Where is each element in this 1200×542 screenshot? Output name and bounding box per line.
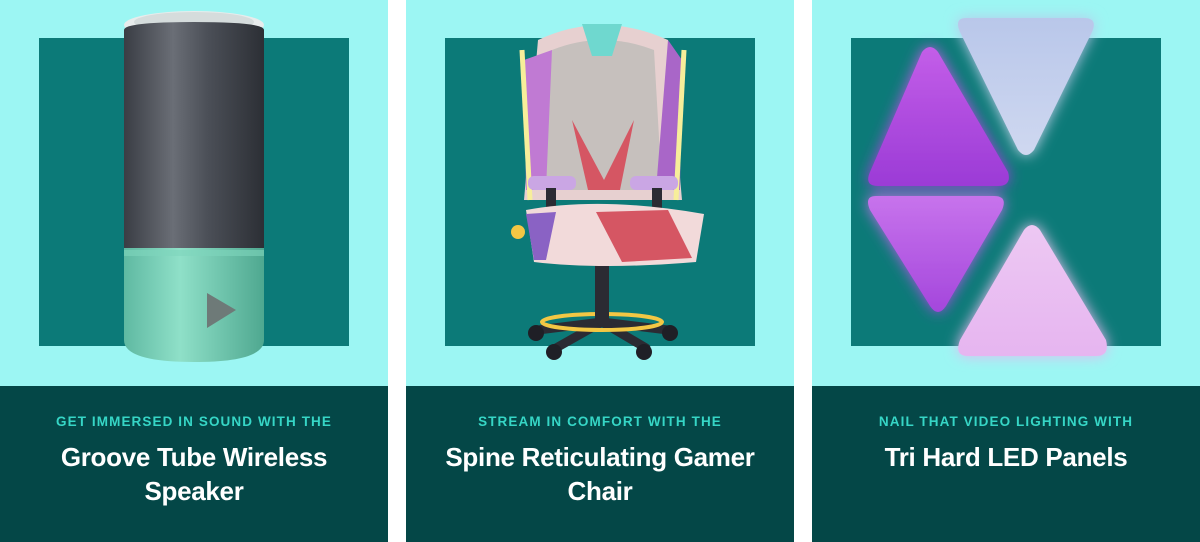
- card-eyebrow: GET IMMERSED IN SOUND WITH THE: [56, 414, 332, 429]
- product-card-groove-tube-speaker[interactable]: GET IMMERSED IN SOUND WITH THE Groove Tu…: [0, 0, 388, 542]
- gamer-chair-illustration: [511, 24, 704, 360]
- card-title[interactable]: Spine Reticulating Gamer Chair: [436, 440, 764, 508]
- card-image: [0, 0, 388, 386]
- card-image: [406, 0, 794, 386]
- card-image: [812, 0, 1200, 386]
- card-title[interactable]: Groove Tube Wireless Speaker: [30, 440, 358, 508]
- product-card-grid: GET IMMERSED IN SOUND WITH THE Groove Tu…: [0, 0, 1200, 542]
- product-card-gamer-chair[interactable]: STREAM IN COMFORT WITH THE Spine Reticul…: [406, 0, 794, 542]
- card-caption: STREAM IN COMFORT WITH THE Spine Reticul…: [406, 386, 794, 542]
- card-caption: NAIL THAT VIDEO LIGHTING WITH Tri Hard L…: [812, 386, 1200, 542]
- card-eyebrow: STREAM IN COMFORT WITH THE: [478, 414, 722, 429]
- led-panels-illustration: [868, 18, 1107, 356]
- product-card-tri-hard-led-panels[interactable]: NAIL THAT VIDEO LIGHTING WITH Tri Hard L…: [812, 0, 1200, 542]
- card-caption: GET IMMERSED IN SOUND WITH THE Groove Tu…: [0, 386, 388, 542]
- card-title[interactable]: Tri Hard LED Panels: [842, 440, 1170, 474]
- speaker-illustration: [124, 11, 264, 362]
- card-eyebrow: NAIL THAT VIDEO LIGHTING WITH: [878, 414, 1134, 429]
